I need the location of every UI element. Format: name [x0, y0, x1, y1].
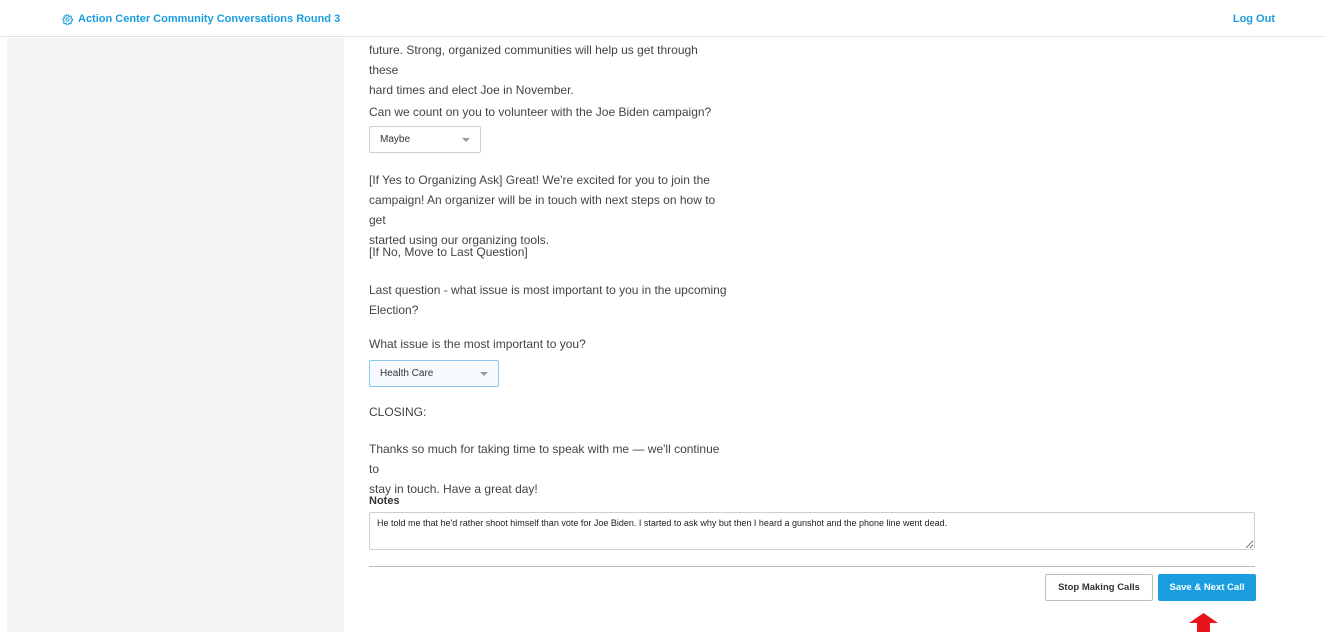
- notes-field[interactable]: He told me that he'd rather shoot himsel…: [369, 512, 1255, 550]
- last-question-text: Last question - what issue is most impor…: [369, 280, 729, 320]
- brand-label: Action Center Community Conversations Ro…: [78, 13, 341, 25]
- intro-text: future. Strong, organized communities wi…: [369, 40, 729, 100]
- closing-line: stay in touch. Have a great day!: [369, 482, 538, 496]
- closing-heading: CLOSING:: [369, 405, 427, 419]
- save-next-call-button[interactable]: Save & Next Call: [1158, 574, 1256, 601]
- stop-making-calls-button[interactable]: Stop Making Calls: [1045, 574, 1153, 601]
- chevron-down-icon: [462, 137, 470, 142]
- if-yes-text: [If Yes to Organizing Ask] Great! We're …: [369, 170, 729, 250]
- volunteer-select[interactable]: Maybe: [369, 126, 481, 153]
- if-yes-line: [If Yes to Organizing Ask] Great! We're …: [369, 173, 710, 187]
- closing-line: Thanks so much for taking time to speak …: [369, 442, 720, 476]
- last-question-line: Election?: [369, 303, 419, 317]
- brand-link[interactable]: Action Center Community Conversations Ro…: [62, 13, 340, 25]
- issue-question: What issue is the most important to you?: [369, 337, 586, 351]
- sidebar-panel: [7, 38, 344, 632]
- last-question-line: Last question - what issue is most impor…: [369, 283, 727, 297]
- notes-label: Notes: [369, 495, 400, 507]
- volunteer-question: Can we count on you to volunteer with th…: [369, 105, 712, 119]
- divider: [369, 566, 1255, 567]
- intro-line: future. Strong, organized communities wi…: [369, 43, 698, 77]
- issue-select[interactable]: Health Care: [369, 360, 499, 387]
- closing-text: Thanks so much for taking time to speak …: [369, 439, 729, 499]
- top-bar: Action Center Community Conversations Ro…: [0, 0, 1325, 37]
- issue-select-value: Health Care: [380, 368, 434, 379]
- gear-icon: [62, 13, 73, 25]
- intro-line: hard times and elect Joe in November.: [369, 83, 574, 97]
- annotation-arrow-icon: [1189, 613, 1218, 632]
- logout-link[interactable]: Log Out: [1233, 13, 1275, 25]
- if-no-text: [If No, Move to Last Question]: [369, 245, 528, 259]
- chevron-down-icon: [480, 371, 488, 376]
- if-yes-line: campaign! An organizer will be in touch …: [369, 193, 716, 227]
- volunteer-select-value: Maybe: [380, 134, 411, 145]
